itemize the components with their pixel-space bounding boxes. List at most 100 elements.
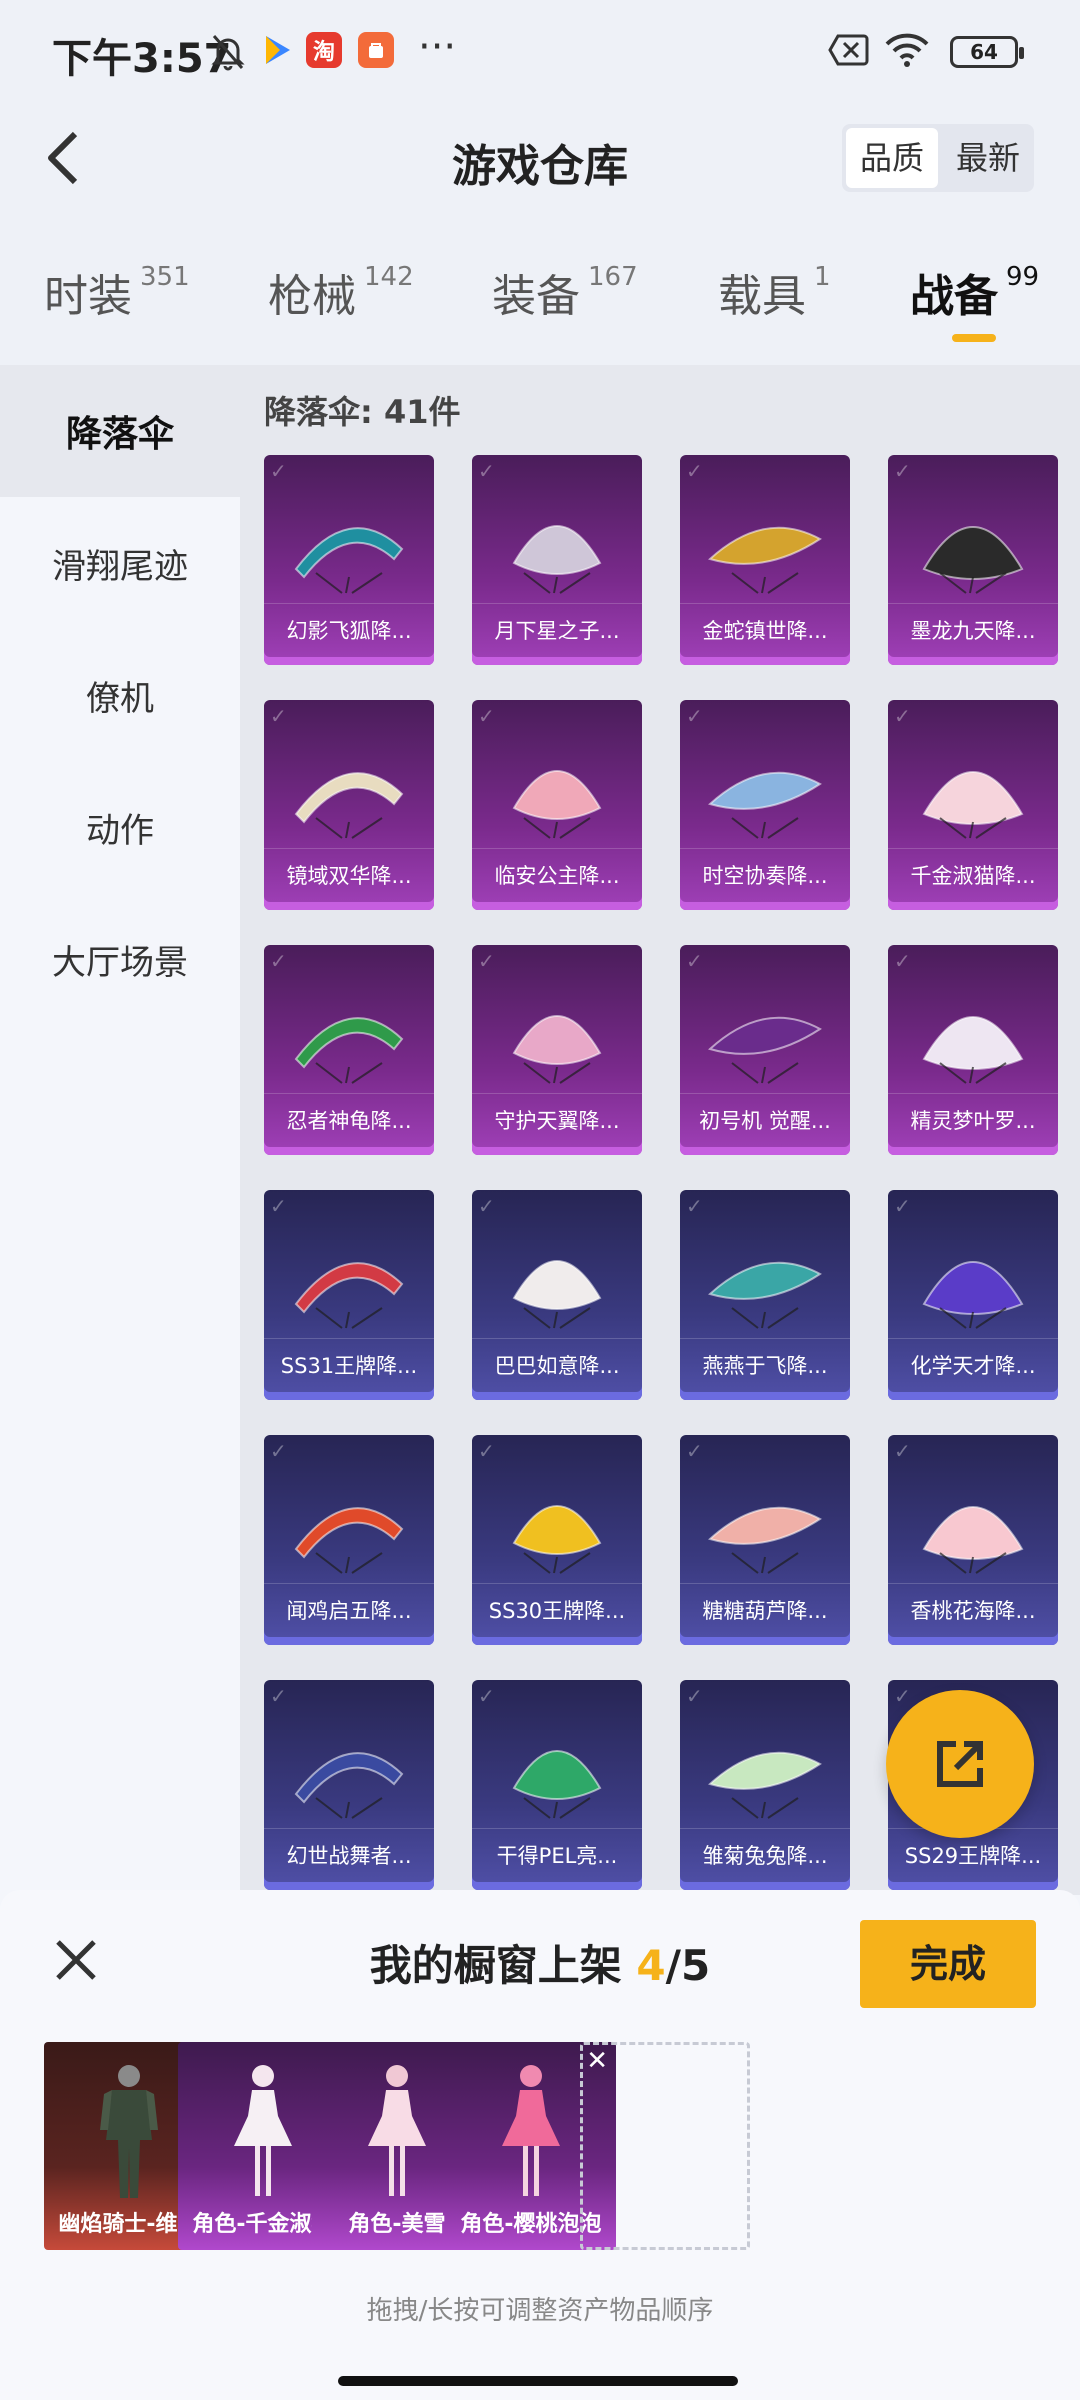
sidebar-item-lobby-scene[interactable]: 大厅场景 — [0, 893, 240, 1025]
wifi-icon — [884, 32, 930, 72]
item-name: 镜域双华降... — [264, 848, 434, 902]
parachute-item-card[interactable]: ✓ 闻鸡启五降... — [264, 1435, 434, 1645]
check-icon: ✓ — [894, 1684, 911, 1708]
parachute-item-card[interactable]: ✓ 墨龙九天降... — [888, 455, 1058, 665]
tab-vehicles[interactable]: 载具 1 — [718, 260, 831, 324]
tab-label: 装备 — [492, 271, 580, 322]
parachute-item-card[interactable]: ✓ 临安公主降... — [472, 700, 642, 910]
sidebar-item-emote[interactable]: 动作 — [0, 761, 240, 893]
empty-showcase-slot[interactable] — [580, 2042, 750, 2250]
parachute-item-card[interactable]: ✓ 燕燕于飞降... — [680, 1190, 850, 1400]
check-icon: ✓ — [270, 459, 287, 483]
parachute-item-card[interactable]: ✓ SS31王牌降... — [264, 1190, 434, 1400]
tab-equipment[interactable]: 装备 167 — [492, 260, 638, 324]
character-figure-icon — [502, 2065, 560, 2196]
sidebar: 降落伞 滑翔尾迹 僚机 动作 大厅场景 — [0, 365, 240, 1895]
parachute-item-card[interactable]: ✓ 金蛇镇世降... — [680, 455, 850, 665]
check-icon: ✓ — [478, 1684, 495, 1708]
parachute-icon — [708, 771, 822, 839]
mute-bell-icon — [210, 32, 246, 72]
parachute-item-card[interactable]: ✓ 初号机 觉醒... — [680, 945, 850, 1155]
check-icon: ✓ — [478, 1194, 495, 1218]
parachute-item-card[interactable]: ✓ 化学天才降... — [888, 1190, 1058, 1400]
item-name: 时空协奏降... — [680, 848, 850, 902]
check-icon: ✓ — [894, 949, 911, 973]
parachute-item-card[interactable]: ✓ 千金淑猫降... — [888, 700, 1058, 910]
parachute-item-card[interactable]: ✓ 雏菊兔兔降... — [680, 1680, 850, 1890]
sidebar-item-glide-trail[interactable]: 滑翔尾迹 — [0, 497, 240, 629]
share-button[interactable] — [886, 1690, 1034, 1838]
parachute-item-card[interactable]: ✓ 干得PEL亮... — [472, 1680, 642, 1890]
check-icon: ✓ — [686, 704, 703, 728]
parachute-icon — [922, 1261, 1024, 1329]
item-grid-area: 降落伞: 41件 ✓ 幻影飞狐降... ✓ 月下星之子... ✓ 金蛇镇世降... ✓ 墨龙九… — [240, 365, 1080, 1895]
item-name: 幻影飞狐降... — [264, 603, 434, 657]
check-icon: ✓ — [894, 459, 911, 483]
parachute-item-card[interactable]: ✓ SS30王牌降... — [472, 1435, 642, 1645]
parachute-item-card[interactable]: ✓ 时空协奏降... — [680, 700, 850, 910]
section-title: 降落伞: 41件 — [264, 393, 461, 431]
parachute-icon — [708, 1506, 822, 1574]
item-name: 墨龙九天降... — [888, 603, 1058, 657]
parachute-item-card[interactable]: ✓ 忍者神龟降... — [264, 945, 434, 1155]
tab-guns[interactable]: 枪械 142 — [268, 260, 414, 324]
play-store-icon — [262, 32, 294, 72]
active-tab-indicator — [952, 334, 996, 342]
parachute-item-card[interactable]: ✓ 幻影飞狐降... — [264, 455, 434, 665]
tab-fashion[interactable]: 时装 351 — [44, 260, 190, 324]
parachute-item-card[interactable]: ✓ 镜域双华降... — [264, 700, 434, 910]
tab-label: 载具 — [718, 271, 806, 322]
parachute-icon — [922, 1506, 1024, 1574]
parachute-item-card[interactable]: ✓ 精灵梦叶罗... — [888, 945, 1058, 1155]
home-indicator[interactable] — [338, 2376, 738, 2386]
parachute-icon — [512, 1750, 602, 1819]
parachute-icon — [708, 1016, 822, 1084]
parachute-item-card[interactable]: ✓ 糖糖葫芦降... — [680, 1435, 850, 1645]
tab-label: 时装 — [44, 271, 132, 322]
item-name: 精灵梦叶罗... — [888, 1093, 1058, 1147]
parachute-icon — [512, 1260, 602, 1329]
more-dots-icon: ··· — [418, 24, 457, 70]
item-name: 巴巴如意降... — [472, 1338, 642, 1392]
item-name: 闻鸡启五降... — [264, 1583, 434, 1637]
parachute-icon — [922, 526, 1024, 594]
parachute-icon — [922, 771, 1024, 839]
check-icon: ✓ — [894, 1194, 911, 1218]
check-icon: ✓ — [478, 704, 495, 728]
check-icon: ✓ — [270, 949, 287, 973]
character-figure-icon — [100, 2065, 158, 2198]
check-icon: ✓ — [894, 1439, 911, 1463]
parachute-item-card[interactable]: ✓ 守护天翼降... — [472, 945, 642, 1155]
parachute-icon — [512, 1505, 602, 1574]
item-name: 金蛇镇世降... — [680, 603, 850, 657]
tab-label: 枪械 — [268, 271, 356, 322]
parachute-icon — [294, 1507, 404, 1574]
showcase-title-text: 我的橱窗上架 — [369, 1941, 622, 1990]
showcase-count-current: 4 — [636, 1941, 666, 1990]
check-icon: ✓ — [270, 1684, 287, 1708]
parachute-icon — [512, 770, 602, 839]
check-icon: ✓ — [478, 459, 495, 483]
sidebar-item-parachute[interactable]: 降落伞 — [0, 365, 240, 497]
check-icon: ✓ — [270, 1194, 287, 1218]
character-figure-icon — [234, 2065, 292, 2196]
taobao-app-icon: 淘 — [306, 32, 342, 68]
check-icon: ✓ — [686, 949, 703, 973]
parachute-item-card[interactable]: ✓ 月下星之子... — [472, 455, 642, 665]
check-icon: ✓ — [686, 1194, 703, 1218]
sort-quality-button[interactable]: 品质 — [845, 128, 938, 188]
parachute-item-card[interactable]: ✓ 幻世战舞者... — [264, 1680, 434, 1890]
check-icon: ✓ — [478, 1439, 495, 1463]
item-name: 临安公主降... — [472, 848, 642, 902]
parachute-item-card[interactable]: ✓ 巴巴如意降... — [472, 1190, 642, 1400]
sort-latest-button[interactable]: 最新 — [942, 124, 1034, 192]
status-bar: 下午3:57 淘 ··· 64 — [0, 0, 1080, 100]
parachute-item-card[interactable]: ✓ 香桃花海降... — [888, 1435, 1058, 1645]
check-icon: ✓ — [270, 704, 287, 728]
sidebar-item-wingman[interactable]: 僚机 — [0, 629, 240, 761]
item-name: 月下星之子... — [472, 603, 642, 657]
done-button[interactable]: 完成 — [860, 1920, 1036, 2008]
parachute-icon — [512, 1015, 602, 1084]
tab-combat-gear[interactable]: 战备 99 — [910, 260, 1039, 324]
parachute-icon — [708, 526, 822, 594]
